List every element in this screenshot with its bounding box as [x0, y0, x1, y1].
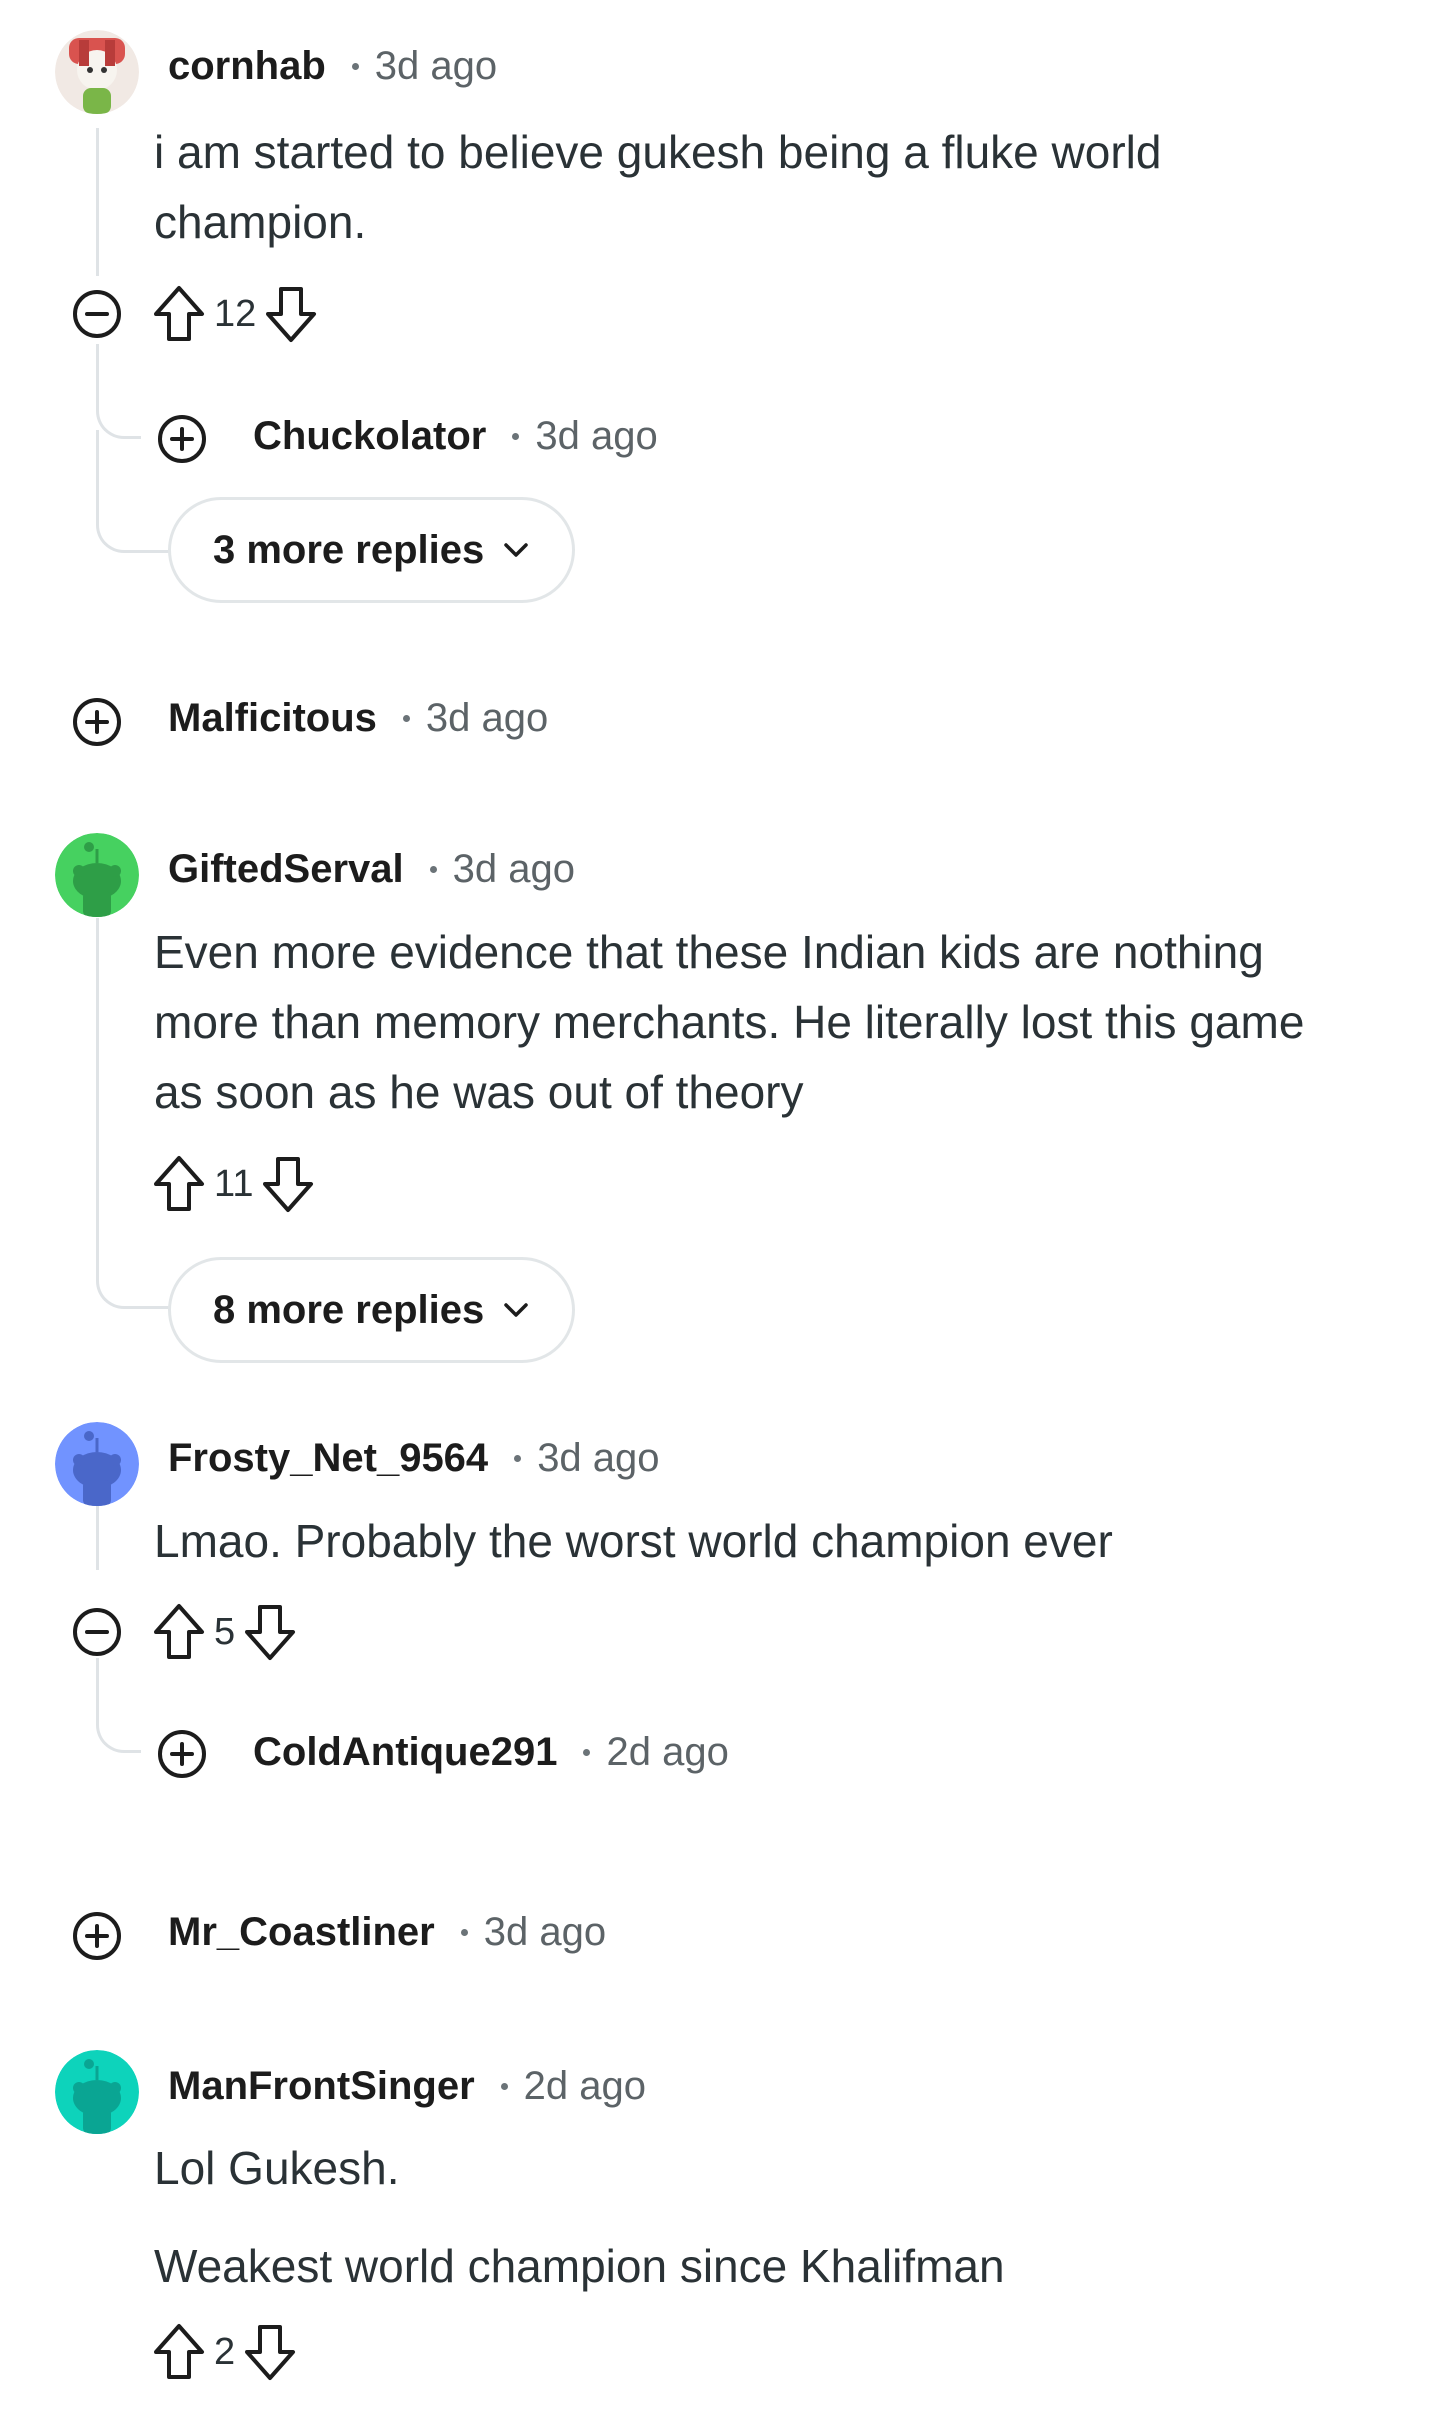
minus-circle-icon	[73, 290, 121, 338]
comment-meta: Chuckolator 3d ago	[253, 414, 658, 459]
downvote-button[interactable]	[243, 1602, 297, 1662]
downvote-button[interactable]	[243, 2322, 297, 2382]
thread-branch	[96, 1200, 171, 1309]
separator-dot	[500, 2083, 508, 2090]
plus-circle-icon	[73, 1912, 121, 1960]
snoo-avatar-blue-icon	[55, 1422, 139, 1506]
plus-circle-icon	[73, 698, 121, 746]
expand-button[interactable]	[156, 413, 208, 465]
username[interactable]: Mr_Coastliner	[168, 1910, 435, 1955]
timestamp[interactable]: 3d ago	[535, 414, 657, 459]
username[interactable]: cornhab	[168, 44, 326, 89]
username[interactable]: Chuckolator	[253, 414, 486, 459]
comment-body: Even more evidence that these Indian kid…	[154, 917, 1364, 1127]
upvote-button[interactable]	[152, 284, 206, 344]
avatar[interactable]	[55, 30, 139, 114]
collapse-button[interactable]	[71, 288, 123, 340]
vote-count: 12	[214, 292, 257, 335]
plus-circle-icon	[158, 1730, 206, 1778]
more-replies-label: 8 more replies	[213, 1287, 485, 1332]
username[interactable]: GiftedServal	[168, 847, 404, 892]
more-replies-button[interactable]: 8 more replies	[168, 1257, 576, 1363]
vote-bar: 11	[152, 1154, 315, 1214]
separator-dot	[583, 1749, 591, 1756]
more-replies-label: 3 more replies	[213, 527, 485, 572]
comment-paragraph: Even more evidence that these Indian kid…	[154, 926, 1305, 1118]
thread-branch	[96, 1696, 141, 1753]
username[interactable]: Malficitous	[168, 696, 377, 741]
username[interactable]: Frosty_Net_9564	[168, 1436, 488, 1481]
timestamp[interactable]: 2d ago	[606, 1730, 728, 1775]
thread-line[interactable]	[96, 1506, 99, 1570]
timestamp[interactable]: 3d ago	[537, 1436, 659, 1481]
separator-dot	[429, 866, 437, 873]
downvote-arrow-icon	[263, 1157, 314, 1212]
comment-meta: Malficitous 3d ago	[168, 696, 548, 741]
snoo-avatar-teal-icon	[55, 2050, 139, 2134]
comment-paragraph: Lmao. Probably the worst world champion …	[154, 1515, 1113, 1567]
timestamp[interactable]: 3d ago	[426, 696, 548, 741]
comment-paragraph: Lol Gukesh.	[154, 2142, 400, 2194]
thread-line[interactable]	[96, 128, 99, 276]
separator-dot	[514, 1455, 522, 1462]
username[interactable]: ColdAntique291	[253, 1730, 557, 1775]
avatar[interactable]	[55, 1422, 139, 1506]
upvote-arrow-icon	[154, 2324, 204, 2379]
vote-count: 2	[214, 2330, 236, 2373]
upvote-button[interactable]	[152, 1602, 206, 1662]
upvote-arrow-icon	[154, 1604, 204, 1659]
downvote-arrow-icon	[266, 287, 317, 342]
comment-paragraph: i am started to believe gukesh being a f…	[154, 126, 1162, 248]
comment-meta: GiftedServal 3d ago	[168, 847, 575, 892]
separator-dot	[512, 433, 520, 440]
upvote-arrow-icon	[154, 286, 204, 341]
timestamp[interactable]: 3d ago	[484, 1910, 606, 1955]
comment-meta: Frosty_Net_9564 3d ago	[168, 1436, 660, 1481]
separator-dot	[402, 715, 410, 722]
chevron-down-icon	[504, 543, 528, 557]
upvote-button[interactable]	[152, 1154, 206, 1214]
minus-circle-icon	[73, 1608, 121, 1656]
thread-line[interactable]	[96, 1658, 99, 1698]
plus-circle-icon	[158, 415, 206, 463]
upvote-arrow-icon	[154, 1156, 204, 1211]
downvote-button[interactable]	[261, 1154, 315, 1214]
downvote-arrow-icon	[245, 2325, 296, 2380]
comment-body: Lol Gukesh. Weakest world champion since…	[154, 2133, 1384, 2301]
separator-dot	[460, 1929, 468, 1936]
more-replies-button[interactable]: 3 more replies	[168, 497, 576, 603]
timestamp[interactable]: 3d ago	[453, 847, 575, 892]
vote-bar: 2	[152, 2322, 297, 2382]
avatar[interactable]	[55, 2050, 139, 2134]
comment-meta: Mr_Coastliner 3d ago	[168, 1910, 606, 1955]
comment-thread: cornhab 3d ago i am started to believe g…	[0, 0, 1440, 2409]
collapse-button[interactable]	[71, 1606, 123, 1658]
comment-body: Lmao. Probably the worst world champion …	[154, 1506, 1384, 1576]
downvote-button[interactable]	[264, 284, 318, 344]
thread-line[interactable]	[96, 918, 99, 1218]
downvote-arrow-icon	[245, 1605, 296, 1660]
snoo-avatar-green-icon	[55, 833, 139, 917]
timestamp[interactable]: 3d ago	[375, 44, 497, 89]
comment-body: i am started to believe gukesh being a f…	[154, 117, 1264, 257]
vote-count: 11	[214, 1162, 254, 1205]
comment-meta: cornhab 3d ago	[168, 44, 497, 89]
expand-button[interactable]	[71, 1910, 123, 1962]
comment-meta: ManFrontSinger 2d ago	[168, 2064, 646, 2109]
separator-dot	[351, 63, 359, 70]
comment-meta: ColdAntique291 2d ago	[253, 1730, 729, 1775]
vote-bar: 12	[152, 284, 318, 344]
snoo-avatar-cornhab-icon	[55, 30, 139, 114]
username[interactable]: ManFrontSinger	[168, 2064, 475, 2109]
expand-button[interactable]	[71, 696, 123, 748]
vote-count: 5	[214, 1610, 236, 1653]
comment-paragraph: Weakest world champion since Khalifman	[154, 2240, 1005, 2292]
avatar[interactable]	[55, 833, 139, 917]
upvote-button[interactable]	[152, 2322, 206, 2382]
thread-line[interactable]	[96, 344, 99, 382]
vote-bar: 5	[152, 1602, 297, 1662]
timestamp[interactable]: 2d ago	[524, 2064, 646, 2109]
chevron-down-icon	[504, 1303, 528, 1317]
expand-button[interactable]	[156, 1728, 208, 1780]
